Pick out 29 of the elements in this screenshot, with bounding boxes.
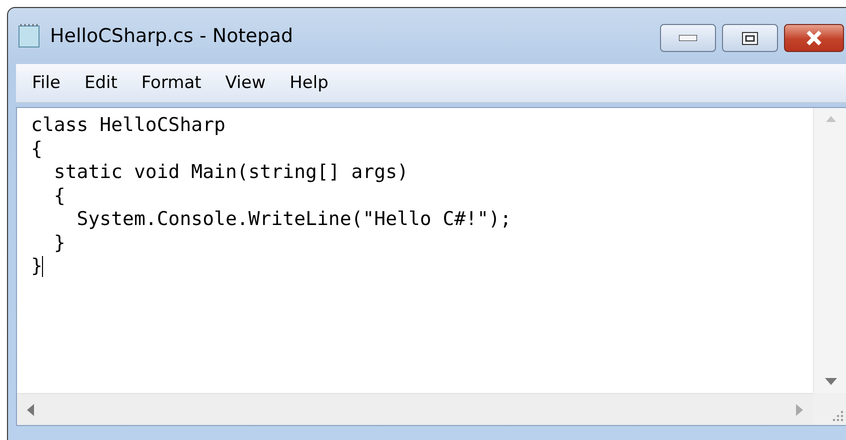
scroll-up-icon (826, 116, 836, 122)
maximize-button[interactable] (722, 24, 778, 52)
code-line: } (31, 255, 42, 278)
code-line: class HelloCSharp (31, 114, 226, 138)
menu-item[interactable]: View (215, 71, 276, 95)
scroll-right-icon (796, 404, 803, 416)
code-line: System.Console.WriteLine("Hello C#!"); (76, 208, 512, 232)
code-line: { (52, 184, 66, 208)
scroll-down-icon (824, 378, 836, 385)
text-cursor (42, 256, 44, 278)
close-button[interactable] (784, 24, 844, 52)
menu-item[interactable]: Help (280, 71, 338, 95)
code-line: } (52, 232, 66, 255)
maximize-icon (742, 32, 758, 44)
code-line: static void Main(string[] args) (52, 161, 408, 184)
text-editor[interactable]: class HelloCSharp { static void Main(string[] args) { System.Console.WriteLine("Hello C#!"); } } (16, 107, 846, 426)
vertical-scrollbar[interactable] (813, 108, 846, 393)
resize-grip-icon[interactable] (833, 411, 843, 421)
minimize-button[interactable] (660, 24, 716, 52)
notepad-icon (16, 23, 42, 49)
window-title: HelloCSharp.cs - Notepad (50, 25, 294, 47)
code-line: { (31, 138, 42, 161)
menu-item[interactable]: Format (131, 71, 212, 95)
close-icon (805, 30, 823, 46)
scroll-left-icon (27, 404, 34, 416)
minimize-icon (679, 35, 697, 41)
menu-item[interactable]: File (22, 71, 70, 95)
horizontal-scrollbar[interactable] (17, 393, 813, 425)
menu-item[interactable]: Edit (74, 71, 128, 95)
